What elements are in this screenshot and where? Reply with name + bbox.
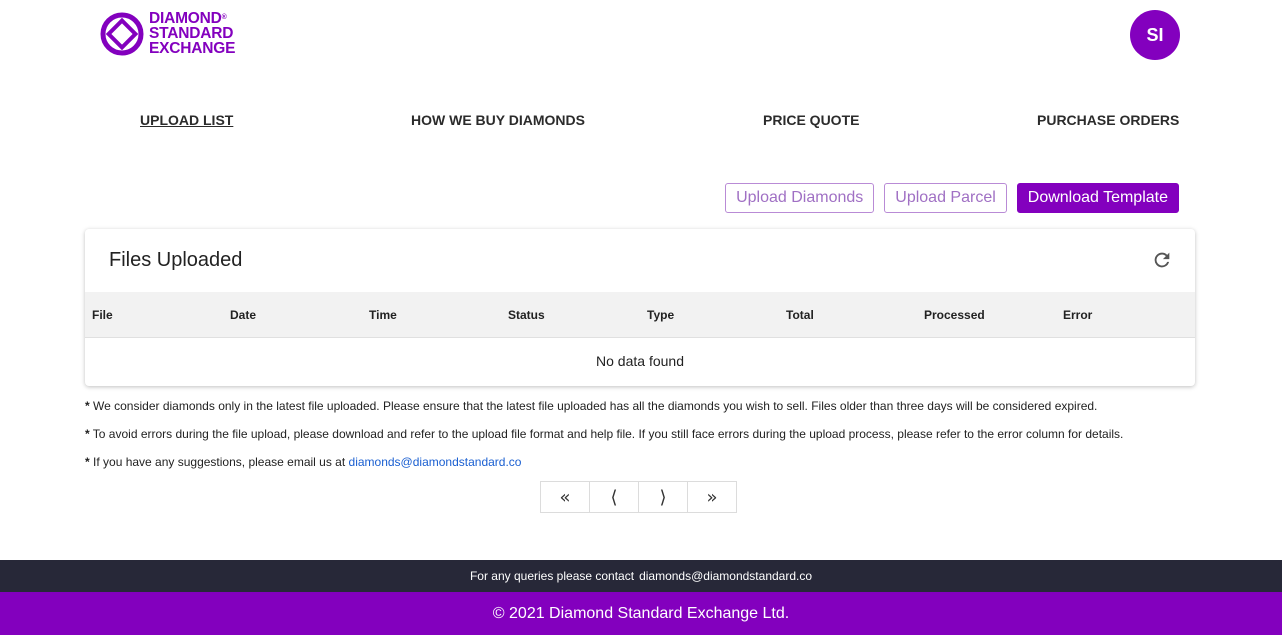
note-text: If you have any suggestions, please emai… <box>93 455 346 469</box>
table-header: File Date Time Status Type Total Process… <box>85 292 1195 338</box>
card-title: Files Uploaded <box>109 249 243 271</box>
column-header-total[interactable]: Total <box>786 308 814 322</box>
previous-page-button[interactable]: ⟨ <box>589 481 639 513</box>
note-latest-file: * We consider diamonds only in the lates… <box>85 399 1123 427</box>
column-header-date[interactable]: Date <box>230 308 256 322</box>
upload-actions: Upload Diamonds Upload Parcel Download T… <box>725 183 1179 213</box>
nav-purchase-orders[interactable]: PURCHASE ORDERS <box>1037 112 1179 128</box>
copyright-text: © 2021 Diamond Standard Exchange Ltd. <box>492 604 790 622</box>
upload-parcel-button[interactable]: Upload Parcel <box>884 183 1007 213</box>
footer-copyright-bar: © 2021 Diamond Standard Exchange Ltd. <box>0 592 1282 635</box>
footer-contact-bar: For any queries please contact diamonds@… <box>0 560 1282 592</box>
diamond-logo-icon <box>100 12 144 55</box>
footer-contact-text: For any queries please contact <box>469 569 635 583</box>
footer-contact-email-link[interactable]: diamonds@diamondstandard.co <box>639 569 812 583</box>
suggestions-email-link[interactable]: diamonds@diamondstandard.co <box>349 455 522 469</box>
column-header-status[interactable]: Status <box>508 308 545 322</box>
files-uploaded-card: Files Uploaded File Date Time Status Typ… <box>85 229 1195 386</box>
refresh-icon[interactable] <box>1151 249 1173 271</box>
column-header-type[interactable]: Type <box>647 308 674 322</box>
note-bullet: * <box>85 399 90 413</box>
download-template-button[interactable]: Download Template <box>1016 183 1179 213</box>
column-header-time[interactable]: Time <box>369 308 397 322</box>
note-upload-errors: * To avoid errors during the file upload… <box>85 427 1123 455</box>
upload-notes: * We consider diamonds only in the lates… <box>85 399 1123 483</box>
column-header-error[interactable]: Error <box>1063 308 1092 322</box>
brand-reg-mark: ® <box>221 14 227 21</box>
nav-price-quote[interactable]: PRICE QUOTE <box>763 112 859 128</box>
note-text: To avoid errors during the file upload, … <box>92 427 1124 441</box>
column-header-processed[interactable]: Processed <box>924 308 985 322</box>
empty-state-message: No data found <box>596 353 684 369</box>
brand-line-2: STANDARD <box>149 25 234 42</box>
main-nav: UPLOAD LIST HOW WE BUY DIAMONDS PRICE QU… <box>0 112 1282 132</box>
column-header-file[interactable]: File <box>92 308 113 322</box>
header: DIAMOND® STANDARD EXCHANGE SI <box>0 0 1282 90</box>
nav-upload-list[interactable]: UPLOAD LIST <box>140 112 233 128</box>
first-page-button[interactable]: « <box>540 481 590 513</box>
user-avatar[interactable]: SI <box>1130 10 1180 60</box>
brand-logo[interactable]: DIAMOND® STANDARD EXCHANGE <box>100 11 235 56</box>
next-page-button[interactable]: ⟩ <box>638 481 688 513</box>
note-bullet: * <box>85 455 90 469</box>
note-suggestions: * If you have any suggestions, please em… <box>85 455 1123 483</box>
brand-line-3: EXCHANGE <box>149 40 236 57</box>
note-bullet: * <box>85 427 90 441</box>
last-page-button[interactable]: » <box>687 481 737 513</box>
pagination: « ⟨ ⟩ » <box>540 481 737 513</box>
brand-wordmark: DIAMOND® STANDARD EXCHANGE <box>149 11 236 57</box>
note-text: We consider diamonds only in the latest … <box>93 399 1098 413</box>
nav-how-we-buy-diamonds[interactable]: HOW WE BUY DIAMONDS <box>411 112 585 128</box>
upload-diamonds-button[interactable]: Upload Diamonds <box>725 183 875 213</box>
